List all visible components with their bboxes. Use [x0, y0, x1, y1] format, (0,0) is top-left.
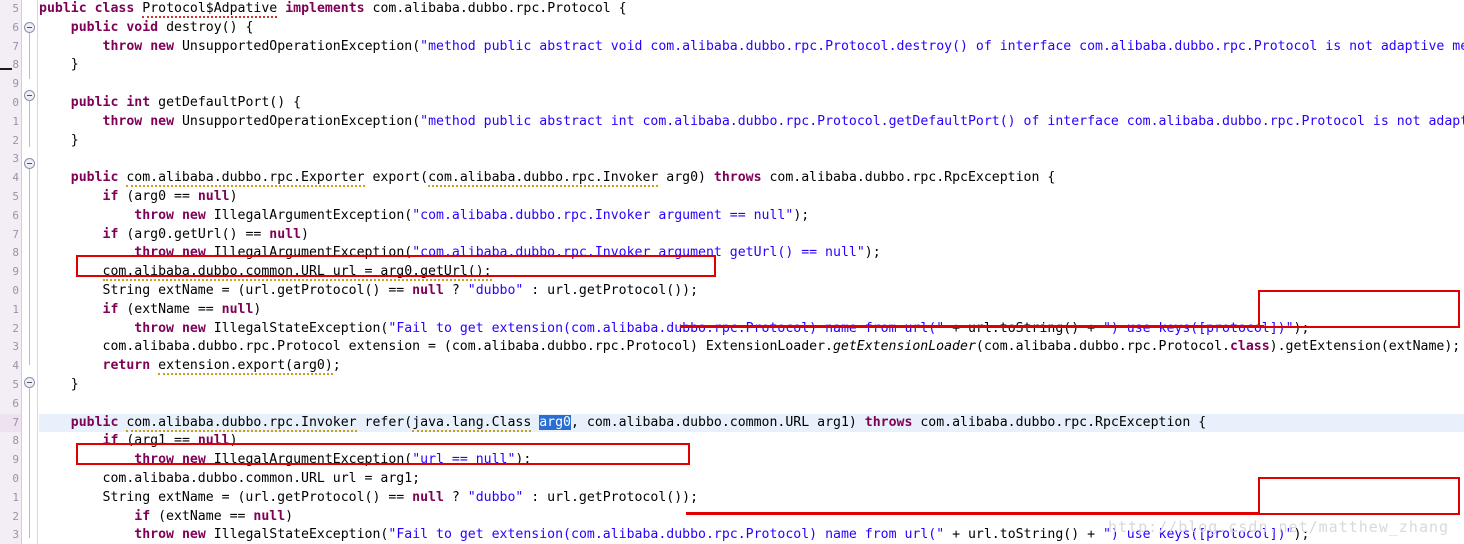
gutter-line: 3 [12, 152, 19, 166]
gutter-line: 3 [12, 340, 19, 354]
code-line[interactable]: com.alibaba.dubbo.rpc.Protocol extension… [39, 338, 1464, 357]
gutter-marker [0, 68, 12, 70]
code-line[interactable]: throw new IllegalArgumentException("com.… [39, 244, 1464, 263]
code-line[interactable]: String extName = (url.getProtocol() == n… [39, 282, 1464, 301]
gutter-line: 4 [12, 359, 19, 373]
gutter-line: 5 [12, 189, 19, 203]
gutter-line: 1 [12, 302, 19, 316]
gutter-line: 1 [12, 490, 19, 504]
fold-collapse-icon[interactable] [24, 22, 35, 33]
code-line[interactable]: throw new IllegalStateException("Fail to… [39, 320, 1464, 339]
gutter-line: 7 [12, 39, 19, 53]
gutter-line: 5 [12, 377, 19, 391]
selected-token[interactable]: arg0 [539, 414, 571, 430]
code-line-current[interactable]: public com.alibaba.dubbo.rpc.Invoker ref… [39, 413, 1464, 433]
gutter-line: 7 [12, 227, 19, 241]
code-line[interactable] [39, 75, 1464, 94]
gutter-line: 6 [12, 396, 19, 410]
gutter-line: 4 [12, 171, 19, 185]
code-line[interactable]: String extName = (url.getProtocol() == n… [39, 489, 1464, 508]
gutter-line: 6 [12, 208, 19, 222]
code-line[interactable]: if (arg1 == null) [39, 432, 1464, 451]
fold-range-bar [29, 33, 30, 79]
fold-collapse-icon[interactable] [24, 90, 35, 101]
code-line[interactable]: if (arg0.getUrl() == null) [39, 226, 1464, 245]
watermark-url: http://blog.csdn.net/matthew_zhang [1108, 518, 1450, 536]
code-line[interactable] [39, 150, 1464, 169]
gutter-line: 2 [12, 509, 19, 523]
code-line[interactable]: public com.alibaba.dubbo.rpc.Exporter ex… [39, 169, 1464, 188]
gutter-line: 0 [12, 471, 19, 485]
gutter-line: 0 [12, 95, 19, 109]
fold-range-bar [29, 101, 30, 147]
gutter-line: 0 [12, 283, 19, 297]
code-line[interactable]: public class Protocol$Adpative implement… [39, 0, 1464, 19]
gutter-line: 6 [12, 20, 19, 34]
gutter-line: 5 [12, 2, 19, 15]
fold-range-bar [29, 388, 30, 538]
gutter-line: 8 [12, 434, 19, 448]
code-line[interactable]: throw new UnsupportedOperationException(… [39, 113, 1464, 132]
gutter-line: 8 [12, 58, 19, 72]
code-content[interactable]: public class Protocol$Adpative implement… [39, 0, 1464, 544]
code-line[interactable]: throw new IllegalArgumentException("url … [39, 451, 1464, 470]
code-folding-column[interactable] [22, 0, 38, 544]
fold-range-bar [29, 169, 30, 365]
fold-collapse-icon[interactable] [24, 377, 35, 388]
gutter-line: 2 [12, 133, 19, 147]
gutter-line: 2 [12, 321, 19, 335]
fold-collapse-icon[interactable] [24, 158, 35, 169]
code-line[interactable]: public int getDefaultPort() { [39, 94, 1464, 113]
gutter-line: 9 [12, 453, 19, 467]
code-editor[interactable]: 5 6 7 8 9 0 1 2 3 4 5 6 7 8 9 0 1 2 3 4 … [0, 0, 1464, 544]
gutter-line: 1 [12, 114, 19, 128]
code-line[interactable]: com.alibaba.dubbo.common.URL url = arg1; [39, 470, 1464, 489]
code-line[interactable] [39, 395, 1464, 414]
code-line[interactable]: throw new IllegalArgumentException("com.… [39, 207, 1464, 226]
gutter-line: 9 [12, 77, 19, 91]
gutter-line-current: 7 [0, 413, 21, 433]
code-line[interactable]: } [39, 132, 1464, 151]
code-line[interactable]: } [39, 376, 1464, 395]
gutter-line: 9 [12, 265, 19, 279]
code-line[interactable]: return extension.export(arg0); [39, 357, 1464, 376]
code-line[interactable]: public void destroy() { [39, 19, 1464, 38]
gutter-line: 8 [12, 246, 19, 260]
code-line[interactable]: throw new UnsupportedOperationException(… [39, 38, 1464, 57]
code-line[interactable]: if (arg0 == null) [39, 188, 1464, 207]
code-line[interactable]: com.alibaba.dubbo.common.URL url = arg0.… [39, 263, 1464, 282]
code-line[interactable]: if (extName == null) [39, 301, 1464, 320]
gutter-line: 3 [12, 528, 19, 542]
code-line[interactable]: } [39, 56, 1464, 75]
line-number-gutter[interactable]: 5 6 7 8 9 0 1 2 3 4 5 6 7 8 9 0 1 2 3 4 … [0, 0, 22, 544]
